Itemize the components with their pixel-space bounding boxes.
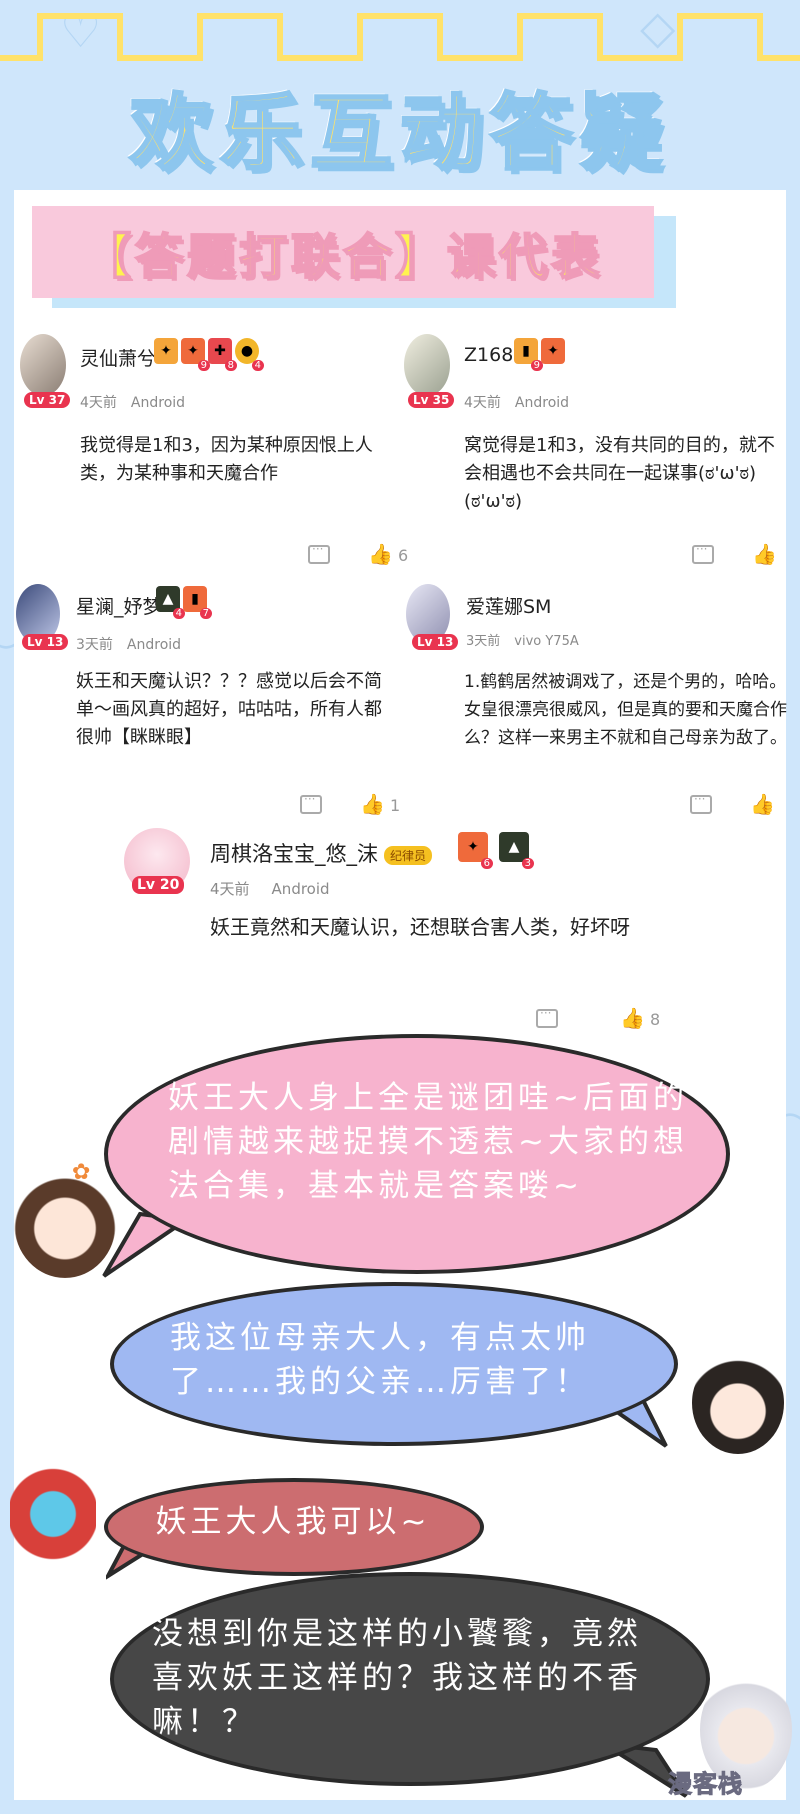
hair-ornament-icon: ✿ [72, 1160, 91, 1185]
comment-text: 妖王和天魔认识？？？感觉以后会不简单～画风真的超好，咕咕咕，所有人都很帅【眯眯眼… [76, 671, 382, 748]
like-button[interactable]: 👍 [750, 792, 775, 816]
comment-actions: 👍 [692, 542, 777, 566]
username[interactable]: 周棋洛宝宝_悠_沫 纪律员 [210, 838, 433, 868]
page-title: 欢乐互动答疑 [128, 85, 670, 183]
medal-icon: ● 4 [235, 338, 264, 371]
graduation-cap-icon: ▲ 4 [156, 586, 185, 619]
speech-text: 妖王大人我可以~ [155, 1504, 431, 1540]
level-badge: Lv 13 [412, 634, 459, 650]
gift-icon: ▮ 9 [514, 338, 543, 371]
badge-row: ✦ 6 ▲ 3 [458, 832, 534, 869]
reply-icon[interactable] [308, 542, 330, 564]
reply-icon[interactable] [536, 1006, 558, 1028]
section-banner: 【答题打联合】课代表 [32, 206, 654, 298]
badge-row: ▲ 4 ▮ 7 [156, 586, 212, 619]
comment-actions: 👍 [690, 792, 775, 816]
avatar [20, 334, 66, 396]
like-button[interactable]: 👍 8 [620, 1006, 660, 1030]
level-badge: Lv 37 [24, 392, 71, 408]
like-button[interactable]: 👍 [752, 542, 777, 566]
like-count: 6 [398, 546, 409, 565]
comment-meta: 4天前 Android [210, 880, 330, 898]
thumbs-up-icon: 👍 [368, 542, 393, 566]
reply-icon[interactable] [692, 542, 714, 564]
speech-text: 没想到你是这样的小饕餮，竟然喜欢妖王这样的？我这样的不香嘛！？ [152, 1616, 642, 1740]
gift-icon: ✦ 9 [181, 338, 210, 371]
speech-text: 我这位母亲大人，有点太帅了……我的父亲…厉害了！ [170, 1320, 590, 1400]
comment-actions: 👍 8 [536, 1006, 660, 1030]
comment-text: 我觉得是1和3，因为某种原因恨上人类，为某种事和天魔合作 [80, 435, 373, 484]
level-badge: Lv 20 [132, 876, 185, 894]
thumbs-up-icon: 👍 [750, 792, 775, 816]
thumbs-up-icon: 👍 [620, 1006, 645, 1030]
comment-actions: 👍 1 [300, 792, 400, 816]
badge-row: ▮ 9 ✦ [514, 338, 565, 371]
gamepad-icon: ✚ 8 [208, 338, 237, 371]
watermark-logo: 漫客栈 [668, 1770, 743, 1799]
character-girl-icon [14, 1168, 116, 1278]
gift-icon: ✦ [541, 338, 565, 364]
comment-meta: 4天前 Android [464, 395, 570, 411]
level-badge: Lv 13 [22, 634, 69, 650]
official-badge: 纪律员 [384, 845, 433, 865]
level-badge: Lv 35 [408, 392, 455, 408]
comment-actions: 👍 6 [308, 542, 408, 566]
thumbs-up-icon: 👍 [752, 542, 777, 566]
username[interactable]: Z168 [464, 344, 513, 366]
header-crenellation [0, 13, 800, 61]
gift-icon: ▮ 7 [183, 586, 212, 619]
gift-icon: ✦ 6 [458, 832, 493, 869]
reply-icon[interactable] [690, 792, 712, 814]
like-count: 8 [650, 1010, 661, 1029]
avatar [404, 334, 450, 396]
comment-text: 妖王竟然和天魔认识，还想联合害人类，好坏呀 [210, 915, 630, 939]
like-button[interactable]: 👍 6 [368, 542, 408, 566]
graduation-cap-icon: ▲ 3 [499, 832, 534, 869]
comment-meta: 3天前 vivo Y75A [466, 634, 579, 649]
speech-text: 妖王大人身上全是谜团哇~后面的剧情越来越捉摸不透惹~大家的想法合集，基本就是答案… [168, 1080, 688, 1204]
username[interactable]: 灵仙萧兮 [80, 344, 156, 371]
reply-icon[interactable] [300, 792, 322, 814]
badge-row: ✦ ✦ 9 ✚ 8 ● 4 [154, 338, 264, 371]
dragon-mascot-icon [10, 1454, 96, 1574]
like-button[interactable]: 👍 1 [360, 792, 400, 816]
gift-icon: ✦ [154, 338, 178, 364]
character-man-icon [692, 1352, 784, 1454]
comment-text: 窝觉得是1和3，没有共同的目的，就不会相遇也不会共同在一起谋事(ಠ'ω'ಠ)(ಠ… [464, 435, 775, 512]
username[interactable]: 星澜_妤梦 [76, 592, 162, 619]
thumbs-up-icon: 👍 [360, 792, 385, 816]
comment-text: 1.鹤鹤居然被调戏了，还是个男的，哈哈。女皇很漂亮很威风，但是真的要和天魔合作么… [464, 672, 787, 748]
comment-meta: 4天前 Android [80, 395, 186, 411]
comment-meta: 3天前 Android [76, 637, 182, 653]
like-count: 1 [390, 796, 401, 815]
username[interactable]: 爱莲娜SM [466, 592, 551, 619]
